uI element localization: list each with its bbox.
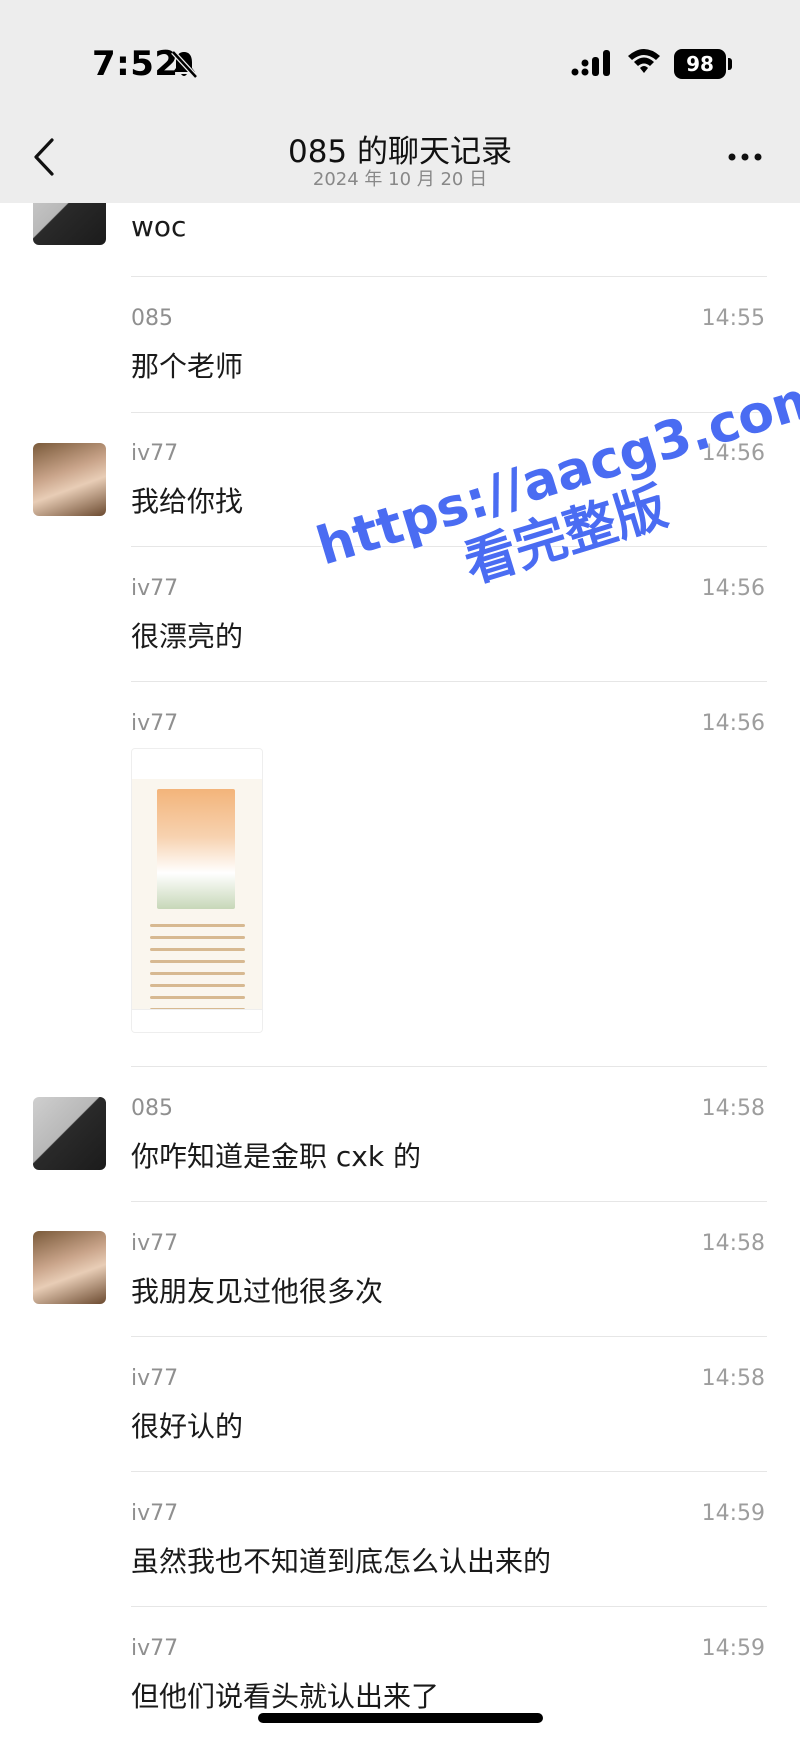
cellular-signal-icon <box>571 50 610 76</box>
message-time: 14:59 <box>701 1501 765 1526</box>
message-text: woc <box>131 210 187 243</box>
status-time: 7:52 <box>92 44 179 84</box>
watermark-url: https://aacg3.com <box>310 365 800 578</box>
message-time: 14:56 <box>701 441 765 466</box>
divider <box>131 412 767 413</box>
message-sender: iv77 <box>131 1501 179 1526</box>
avatar[interactable] <box>33 443 106 516</box>
thumbnail-text-lines <box>150 924 245 1020</box>
message-sender: iv77 <box>131 1366 179 1391</box>
message-text: 很漂亮的 <box>131 620 244 653</box>
message-time: 14:58 <box>701 1366 765 1391</box>
message-time: 14:58 <box>701 1096 765 1121</box>
top-bar: 7:52 98 085 的聊天记录 2024 年 10 月 20 日 <box>0 0 800 203</box>
message-text: 我朋友见过他很多次 <box>131 1275 384 1308</box>
wifi-icon <box>628 49 660 73</box>
message-sender: iv77 <box>131 441 179 466</box>
divider <box>131 681 767 682</box>
page-subtitle: 2024 年 10 月 20 日 <box>312 169 488 190</box>
avatar[interactable] <box>33 1097 106 1170</box>
message-time: 14:59 <box>701 1636 765 1661</box>
message-time: 14:56 <box>701 576 765 601</box>
shared-image-thumbnail[interactable] <box>131 748 263 1033</box>
message-sender: 085 <box>131 1096 173 1121</box>
message-sender: iv77 <box>131 1636 179 1661</box>
divider <box>131 546 767 547</box>
message-time: 14:55 <box>701 306 765 331</box>
divider <box>131 1606 767 1607</box>
avatar[interactable] <box>33 1231 106 1304</box>
message-text: 很好认的 <box>131 1410 244 1443</box>
message-sender: iv77 <box>131 576 179 601</box>
thumbnail-footer <box>132 1009 262 1032</box>
message-text: 虽然我也不知道到底怎么认出来的 <box>131 1545 552 1578</box>
battery-indicator: 98 <box>674 49 726 79</box>
divider <box>131 1471 767 1472</box>
battery-nub <box>728 58 732 70</box>
more-dots-icon[interactable] <box>727 152 763 162</box>
message-text: 那个老师 <box>131 350 244 383</box>
message-sender: 085 <box>131 306 173 331</box>
message-sender: iv77 <box>131 711 179 736</box>
message-text: 但他们说看头就认出来了 <box>131 1680 440 1713</box>
message-text: 你咋知道是金职 cxk 的 <box>131 1140 421 1173</box>
thumbnail-header <box>132 749 262 779</box>
message-time: 14:58 <box>701 1231 765 1256</box>
watermark-caption: 看完整版 <box>457 476 675 595</box>
divider <box>131 1336 767 1337</box>
divider <box>131 276 767 277</box>
thumbnail-photo <box>157 789 235 909</box>
divider <box>131 1201 767 1202</box>
home-indicator[interactable] <box>258 1713 543 1723</box>
divider <box>131 1066 767 1067</box>
bell-muted-icon <box>171 50 198 79</box>
message-time: 14:56 <box>701 711 765 736</box>
message-text: 我给你找 <box>131 485 244 518</box>
message-sender: iv77 <box>131 1231 179 1256</box>
